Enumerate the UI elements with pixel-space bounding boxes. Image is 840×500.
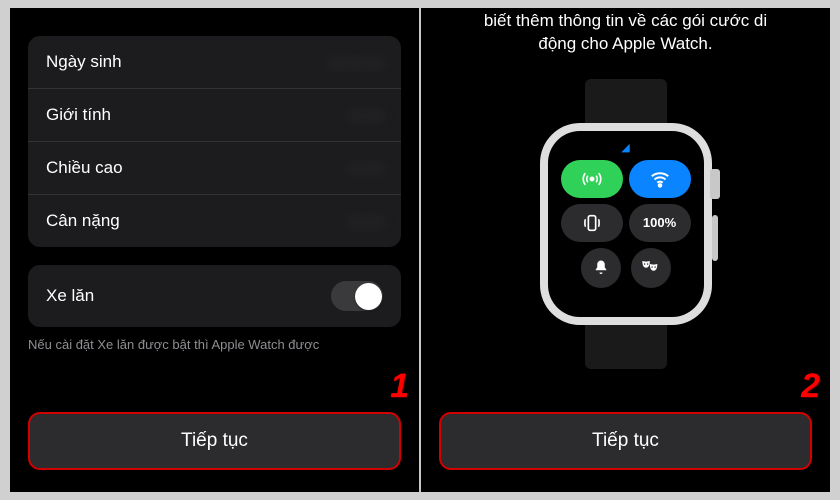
wheelchair-helper-text: Nếu cài đặt Xe lăn được bật thì Apple Wa…: [28, 337, 401, 354]
row-value: — —: [303, 160, 383, 177]
desc-line-1: biết thêm thông tin về các gói cước di: [484, 11, 767, 30]
row-wheelchair[interactable]: Xe lăn: [28, 265, 401, 327]
ping-iphone-pill: [561, 204, 623, 242]
watch-illustration: ◢: [421, 56, 830, 392]
row-value: — —: [303, 213, 383, 230]
row-birthday[interactable]: Ngày sinh — — —: [28, 36, 401, 89]
row-value: — — —: [303, 54, 383, 71]
watch-screen-control-center: ◢: [548, 131, 704, 317]
row-label: Cân nặng: [46, 211, 120, 231]
watch-status-bar: ◢: [621, 141, 629, 154]
digital-crown: [710, 169, 720, 199]
panel-cellular-info: biết thêm thông tin về các gói cước di đ…: [421, 8, 830, 492]
toggle-knob: [355, 283, 382, 310]
wheelchair-toggle[interactable]: [331, 281, 383, 311]
cellular-pill: [561, 160, 623, 198]
row-label: Ngày sinh: [46, 52, 122, 72]
ping-iphone-icon: [581, 212, 603, 234]
battery-percent: 100%: [643, 215, 676, 230]
battery-pill: 100%: [629, 204, 691, 242]
panel-health-details: Ngày sinh — — — Giới tính — — Chiều cao …: [10, 8, 419, 492]
watch-case: ◢: [540, 123, 712, 325]
wifi-pill: [629, 160, 691, 198]
row-height[interactable]: Chiều cao — —: [28, 142, 401, 195]
continue-button[interactable]: Tiếp tục: [439, 412, 812, 470]
health-form: Ngày sinh — — — Giới tính — — Chiều cao …: [28, 36, 401, 247]
row-value: — —: [303, 107, 383, 124]
cellular-description: biết thêm thông tin về các gói cước di đ…: [421, 8, 830, 56]
toggle-label: Xe lăn: [46, 286, 94, 306]
row-weight[interactable]: Cân nặng — —: [28, 195, 401, 247]
row-label: Chiều cao: [46, 158, 123, 178]
cellular-icon: [582, 169, 602, 189]
row-gender[interactable]: Giới tính — —: [28, 89, 401, 142]
continue-button[interactable]: Tiếp tục: [28, 412, 401, 470]
silent-mode-button: [581, 248, 621, 288]
theater-masks-icon: [641, 258, 661, 278]
side-button: [712, 215, 718, 261]
bell-icon: [592, 259, 610, 277]
theater-mode-button: [631, 248, 671, 288]
wifi-icon: [649, 168, 671, 190]
row-label: Giới tính: [46, 105, 111, 125]
location-icon: ◢: [621, 141, 629, 154]
bottom-bar: Tiếp tục: [421, 392, 830, 492]
bottom-bar: Tiếp tục: [10, 392, 419, 492]
desc-line-2: động cho Apple Watch.: [538, 34, 712, 53]
